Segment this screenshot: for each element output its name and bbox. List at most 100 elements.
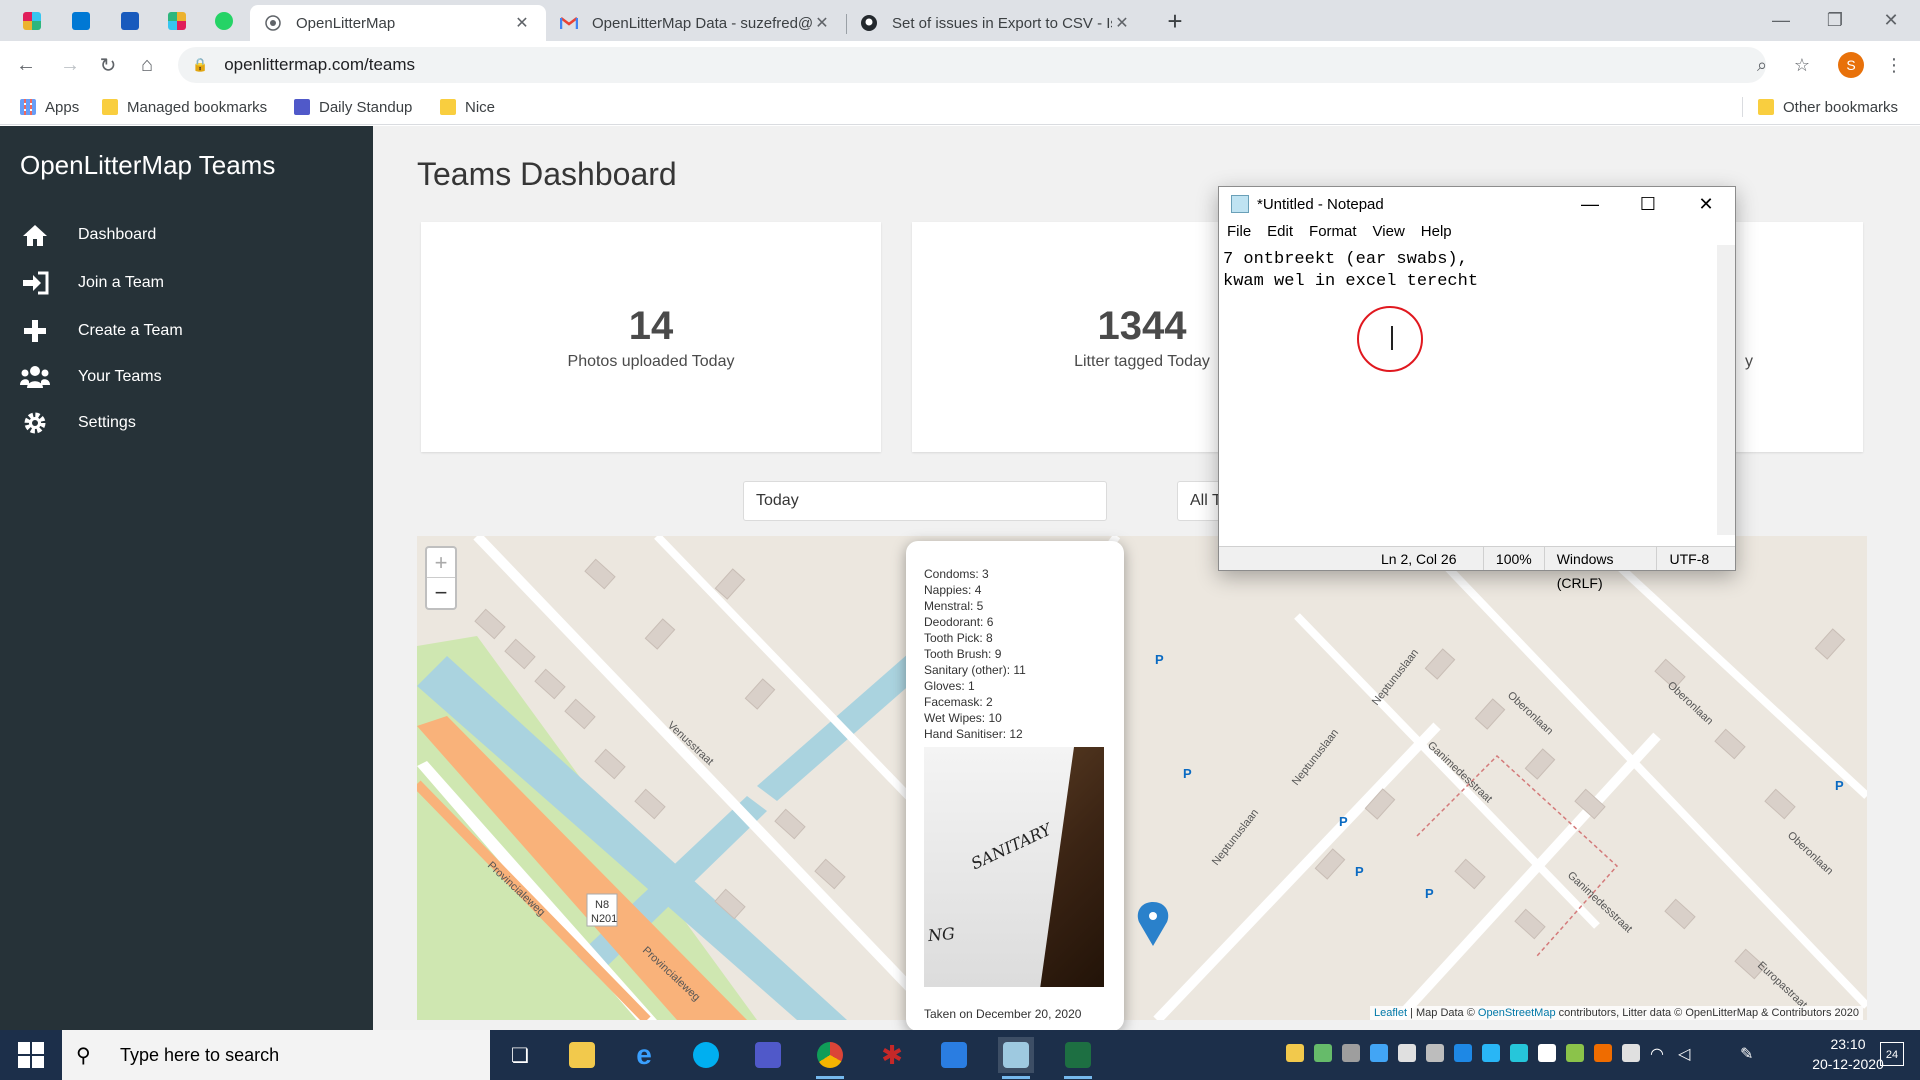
tray-icon[interactable] <box>1566 1044 1584 1062</box>
menu-view[interactable]: View <box>1365 221 1413 243</box>
notepad-scrollbar[interactable] <box>1717 245 1735 535</box>
excel-icon[interactable] <box>1060 1037 1096 1079</box>
tray-icon[interactable] <box>1370 1044 1388 1062</box>
back-icon[interactable]: ← <box>12 51 40 79</box>
popup-item: Hand Sanitiser: 12 <box>924 727 1023 741</box>
close-tab-icon[interactable]: ✕ <box>512 13 532 33</box>
profile-avatar[interactable]: S <box>1838 52 1864 78</box>
chrome-icon[interactable] <box>812 1037 848 1079</box>
maximize-icon[interactable]: ☐ <box>1619 187 1677 221</box>
pen-icon[interactable]: ✎ <box>1740 1044 1758 1063</box>
road-shield: N8 <box>595 899 609 911</box>
zoom-in-button[interactable]: + <box>427 548 455 578</box>
bookmark-daily-standup[interactable]: Daily Standup <box>294 96 412 118</box>
svg-text:P: P <box>1339 814 1348 829</box>
bookmark-nice[interactable]: Nice <box>440 96 495 118</box>
sidebar-item-dashboard[interactable]: Dashboard <box>20 222 156 248</box>
battery-icon[interactable] <box>1622 1044 1640 1062</box>
start-button[interactable] <box>10 1040 52 1070</box>
pinned-tab-planner[interactable] <box>116 8 144 34</box>
file-explorer-icon[interactable] <box>564 1037 600 1073</box>
taskbar-search[interactable]: ⚲ Type here to search <box>62 1030 490 1080</box>
tray-icon[interactable] <box>1594 1044 1612 1062</box>
tray-icon[interactable] <box>1426 1044 1444 1062</box>
tray-icon[interactable] <box>1286 1044 1304 1062</box>
taskbar-clock[interactable]: 23:10 20-12-2020 <box>1808 1034 1888 1074</box>
litter-popup: Condoms: 3 Nappies: 4 Menstral: 5 Deodor… <box>906 541 1124 1030</box>
close-icon[interactable]: ✕ <box>1677 187 1735 221</box>
leaflet-link[interactable]: Leaflet <box>1374 1007 1407 1019</box>
bookmark-other[interactable]: Other bookmarks <box>1758 96 1898 118</box>
wifi-icon[interactable]: ◠ <box>1650 1044 1668 1063</box>
cursor-position: Ln 2, Col 26 <box>1381 551 1457 567</box>
text-line: 7 ontbreekt (ear swabs), <box>1223 250 1468 269</box>
reload-icon[interactable]: ↻ <box>94 51 122 79</box>
tray-icon[interactable] <box>1538 1044 1556 1062</box>
tray-icon[interactable] <box>1510 1044 1528 1062</box>
popup-item: Tooth Brush: 9 <box>924 647 1002 661</box>
address-bar[interactable]: 🔒 openlittermap.com/teams <box>178 47 1766 83</box>
pinned-tab-outlook[interactable] <box>67 8 95 34</box>
menu-file[interactable]: File <box>1219 221 1259 243</box>
litter-photo[interactable]: SANITARY NG <box>924 747 1104 987</box>
photos-icon[interactable] <box>936 1037 972 1073</box>
svg-text:P: P <box>1425 886 1434 901</box>
brand-title: OpenLitterMap Teams <box>20 150 276 180</box>
tab-github[interactable]: Set of issues in Export to CSV - Is ✕ <box>846 5 1146 41</box>
close-window-icon[interactable]: ✕ <box>1862 0 1920 41</box>
volume-icon[interactable]: ◁ <box>1678 1044 1696 1063</box>
slack-icon <box>168 12 186 30</box>
edge-legacy-icon[interactable]: e <box>626 1037 662 1073</box>
sidebar-item-create-team[interactable]: Create a Team <box>20 318 183 344</box>
pinned-tab-whatsapp[interactable] <box>210 8 238 34</box>
close-tab-icon[interactable]: ✕ <box>812 13 832 33</box>
app-red-icon[interactable]: ✱ <box>874 1037 910 1073</box>
notepad-icon[interactable] <box>998 1037 1034 1079</box>
sidebar-item-settings[interactable]: Settings <box>20 410 136 436</box>
period-select[interactable]: Today <box>743 481 1107 521</box>
bookmark-label: Nice <box>465 98 496 116</box>
minimize-icon[interactable]: — <box>1561 187 1619 221</box>
menu-help[interactable]: Help <box>1413 221 1460 243</box>
map[interactable]: PP PP PP Venusstraat Provincialeweg Prov… <box>417 536 1867 1020</box>
home-icon[interactable]: ⌂ <box>133 51 161 79</box>
minimize-icon[interactable]: — <box>1752 0 1810 41</box>
popup-item: Tooth Pick: 8 <box>924 631 993 645</box>
lock-icon: 🔒 <box>192 57 209 72</box>
tray-icon[interactable] <box>1342 1044 1360 1062</box>
notepad-icon <box>1231 195 1249 213</box>
tab-title: Set of issues in Export to CSV - Is <box>892 14 1112 32</box>
star-icon[interactable]: ☆ <box>1788 51 1816 79</box>
close-tab-icon[interactable]: ✕ <box>1112 13 1132 33</box>
pinned-tab-slack[interactable] <box>18 8 46 34</box>
bookmark-managed[interactable]: Managed bookmarks <box>102 96 267 118</box>
menu-kebab-icon[interactable]: ⋮ <box>1880 51 1908 79</box>
tab-gmail[interactable]: OpenLitterMap Data - suzefred@ ✕ <box>546 5 846 41</box>
zoom-icon[interactable]: ⌕ <box>1748 51 1776 79</box>
sidebar-item-label: Join a Team <box>78 274 164 291</box>
browser-tab-strip: OpenLitterMap ✕ OpenLitterMap Data - suz… <box>0 0 1920 41</box>
teams-icon[interactable] <box>750 1037 786 1073</box>
restore-icon[interactable]: ❐ <box>1806 0 1864 41</box>
pinned-tab-slack-2[interactable] <box>163 8 191 34</box>
tray-icon[interactable] <box>1482 1044 1500 1062</box>
notification-center-button[interactable]: 24 <box>1880 1042 1904 1066</box>
osm-link[interactable]: OpenStreetMap <box>1478 1007 1556 1019</box>
task-view-icon[interactable]: ❏ <box>502 1037 538 1073</box>
popup-item: Facemask: 2 <box>924 695 993 709</box>
notepad-text-area[interactable]: 7 ontbreekt (ear swabs), kwam wel in exce… <box>1223 249 1713 531</box>
skype-icon[interactable] <box>688 1037 724 1073</box>
sidebar-item-join-team[interactable]: Join a Team <box>20 270 164 296</box>
forward-icon[interactable]: → <box>56 51 84 79</box>
menu-format[interactable]: Format <box>1301 221 1365 243</box>
tray-icon[interactable] <box>1314 1044 1332 1062</box>
bookmark-apps[interactable]: Apps <box>20 96 79 118</box>
menu-edit[interactable]: Edit <box>1259 221 1301 243</box>
dropbox-icon[interactable] <box>1398 1044 1416 1062</box>
encoding: UTF-8 <box>1656 547 1735 570</box>
zoom-out-button[interactable]: − <box>427 578 455 608</box>
new-tab-button[interactable]: + <box>1160 6 1190 37</box>
sidebar-item-your-teams[interactable]: Your Teams <box>20 364 162 390</box>
onedrive-icon[interactable] <box>1454 1044 1472 1062</box>
tab-openlittermap[interactable]: OpenLitterMap ✕ <box>250 5 546 41</box>
